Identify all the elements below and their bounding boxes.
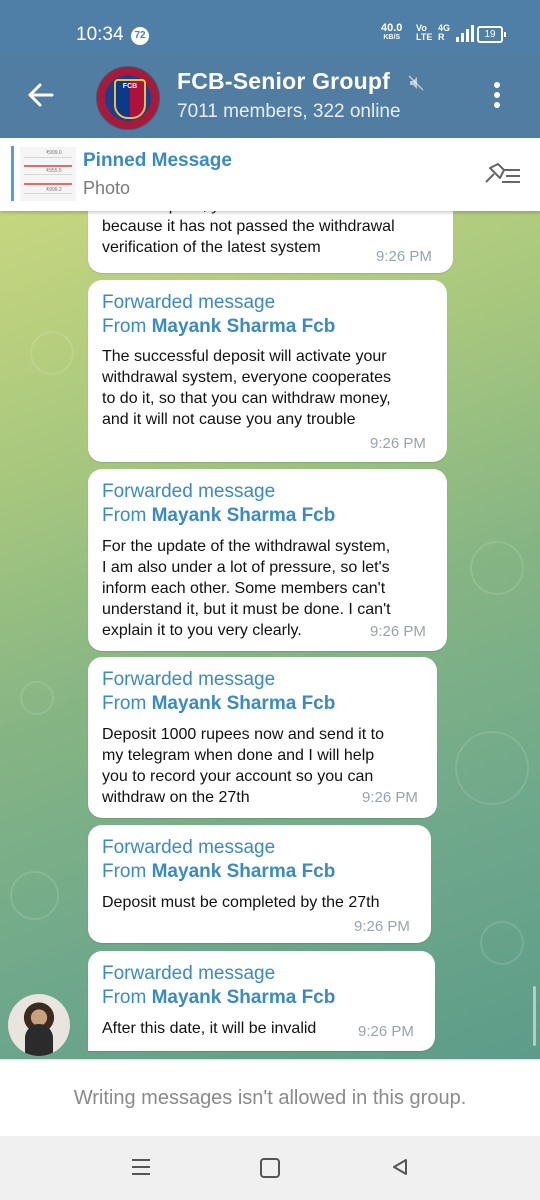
- writing-disabled-notice: Writing messages isn't allowed in this g…: [73, 1087, 467, 1109]
- message-text: After this date, it will be invalid: [102, 1020, 317, 1037]
- message-bubble[interactable]: Forwarded message From Mayank Sharma Fcb…: [88, 951, 435, 1051]
- message-text: Deposit must be completed by the 27th: [102, 894, 380, 911]
- from-prefix: From: [102, 316, 152, 337]
- message-bubble[interactable]: Forwarded message From Mayank Sharma Fcb…: [88, 469, 447, 651]
- forwarded-from[interactable]: From Mayank Sharma Fcb: [102, 986, 335, 1010]
- battery-icon: 19: [477, 26, 506, 43]
- message-time: 9:26 PM: [358, 1023, 414, 1040]
- message-text: The successful deposit will activate you…: [102, 348, 392, 428]
- pinned-message-bar[interactable]: ₹999.0 ₹955.5 ₹999.2 Pinned Message Phot…: [0, 138, 540, 211]
- from-name: Mayank Sharma Fcb: [151, 693, 336, 714]
- volte-indicator: Vo LTE: [416, 24, 432, 42]
- background-doodle: [455, 731, 529, 805]
- background-doodle: [10, 871, 59, 920]
- volte-bottom: LTE: [416, 32, 433, 42]
- from-name: Mayank Sharma Fcb: [151, 987, 336, 1008]
- pinned-photo-thumbnail: ₹999.0 ₹955.5 ₹999.2: [20, 147, 76, 201]
- from-prefix: From: [102, 987, 152, 1008]
- message-time: 9:26 PM: [376, 248, 432, 265]
- pinned-accent-bar: [11, 146, 14, 201]
- group-avatar[interactable]: FCB: [96, 66, 160, 130]
- thumb-value-3: ₹999.2: [46, 187, 62, 193]
- forwarded-label: Forwarded message: [102, 837, 276, 858]
- network-speed-value: 40.0: [381, 22, 403, 34]
- pinned-subtitle: Photo: [83, 178, 131, 198]
- from-name: Mayank Sharma Fcb: [151, 861, 336, 882]
- system-navigation-bar: [0, 1136, 540, 1200]
- status-time: 10:34: [76, 24, 124, 45]
- forwarded-label: Forwarded message: [102, 292, 276, 313]
- message-bubble[interactable]: Forwarded message From Mayank Sharma Fcb…: [88, 280, 447, 462]
- thumb-value-1: ₹999.0: [46, 150, 62, 156]
- message-time: 9:26 PM: [354, 918, 410, 935]
- signal-icon: [456, 25, 474, 42]
- forwarded-from[interactable]: From Mayank Sharma Fcb: [102, 692, 335, 716]
- background-doodle: [470, 541, 524, 595]
- forwarded-label: Forwarded message: [102, 963, 276, 984]
- forwarded-from[interactable]: From Mayank Sharma Fcb: [102, 860, 335, 884]
- forwarded-from[interactable]: From Mayank Sharma Fcb: [102, 504, 335, 528]
- network-speed: 40.0 KB/S: [381, 23, 402, 43]
- from-name: Mayank Sharma Fcb: [151, 505, 336, 526]
- from-prefix: From: [102, 861, 152, 882]
- composer-area: Writing messages isn't allowed in this g…: [0, 1059, 540, 1137]
- message-time: 9:26 PM: [362, 789, 418, 806]
- muted-speaker-icon: [408, 75, 424, 91]
- network-type-bottom: R: [438, 32, 445, 42]
- forwarded-from[interactable]: From Mayank Sharma Fcb: [102, 315, 335, 339]
- forwarded-label: Forwarded message: [102, 669, 276, 690]
- message-bubble[interactable]: do not deposit, your withdrawal will fai…: [88, 211, 453, 273]
- status-bar: 10:34 72 40.0 KB/S Vo LTE 4G R 19: [0, 0, 540, 54]
- network-speed-unit: KB/S: [383, 34, 401, 41]
- battery-level: 19: [484, 29, 496, 40]
- background-doodle: [30, 331, 74, 375]
- message-time: 9:26 PM: [370, 623, 426, 640]
- from-prefix: From: [102, 505, 152, 526]
- back-triangle-icon[interactable]: [390, 1157, 410, 1177]
- background-doodle: [480, 921, 524, 965]
- sender-avatar[interactable]: [8, 994, 70, 1056]
- message-text: For the update of the withdrawal system,…: [102, 538, 391, 639]
- chat-scrollbar[interactable]: [533, 986, 536, 1046]
- network-type-indicator: 4G R: [438, 24, 450, 42]
- background-doodle: [20, 681, 54, 715]
- chat-area[interactable]: do not deposit, your withdrawal will fai…: [0, 211, 540, 1059]
- avatar-text: FCB: [122, 83, 138, 90]
- message-text: do not deposit, your withdrawal will fai…: [102, 211, 395, 256]
- message-text: Deposit 1000 rupees now and send it to m…: [102, 726, 384, 806]
- group-subtitle: 7011 members, 322 online: [177, 101, 401, 122]
- more-vertical-icon[interactable]: [493, 82, 501, 112]
- unpin-list-icon[interactable]: [482, 160, 522, 190]
- message-bubble[interactable]: Forwarded message From Mayank Sharma Fcb…: [88, 825, 431, 943]
- home-icon[interactable]: [260, 1158, 280, 1178]
- from-name: Mayank Sharma Fcb: [151, 316, 336, 337]
- message-time: 9:26 PM: [370, 435, 426, 452]
- arrow-left-icon[interactable]: [26, 80, 56, 110]
- thumb-value-2: ₹955.5: [46, 168, 62, 174]
- chat-header: FCB FCB-Senior Groupf 7011 members, 322 …: [0, 54, 540, 138]
- notification-count-badge: 72: [131, 27, 149, 45]
- message-bubble[interactable]: Forwarded message From Mayank Sharma Fcb…: [88, 657, 437, 818]
- from-prefix: From: [102, 693, 152, 714]
- pinned-title: Pinned Message: [83, 150, 232, 171]
- group-title[interactable]: FCB-Senior Groupf: [177, 68, 390, 95]
- crest-icon: FCB: [114, 79, 146, 119]
- forwarded-label: Forwarded message: [102, 481, 276, 502]
- recents-icon[interactable]: [132, 1159, 150, 1175]
